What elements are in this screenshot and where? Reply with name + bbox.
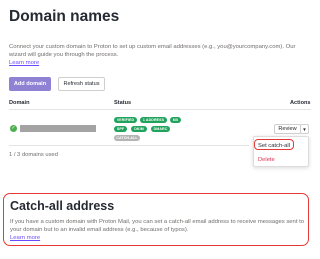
menu-item-delete[interactable]: Delete [258, 157, 275, 163]
badge-verified: VERIFIED [114, 117, 137, 123]
intro-learn-more-link[interactable]: Learn more [9, 60, 39, 66]
actions-dropdown-toggle[interactable]: ▼ [300, 124, 309, 134]
badge-catch-all: CATCH-ALL [114, 135, 140, 141]
intro-text: Connect your custom domain to Proton to … [9, 43, 309, 67]
badge-dkim: DKIM [131, 126, 147, 132]
column-header-domain: Domain [9, 100, 30, 106]
refresh-status-button[interactable]: Refresh status [58, 77, 105, 91]
domain-name-redacted [20, 125, 96, 132]
add-domain-button[interactable]: Add domain [9, 77, 51, 91]
catch-all-title: Catch-all address [10, 199, 115, 213]
intro-description: Connect your custom domain to Proton to … [9, 44, 296, 58]
column-header-actions: Actions [290, 100, 311, 106]
badge-addresses: 1 ADDRESS [140, 117, 167, 123]
page-title: Domain names [9, 8, 120, 25]
catch-all-text: If you have a custom domain with Proton … [10, 219, 305, 233]
table-bottom-divider [9, 145, 249, 146]
domains-used-count: 1 / 3 domains used [9, 152, 58, 158]
caret-down-icon: ▼ [302, 126, 307, 132]
badge-spf: SPF [114, 126, 127, 132]
review-button[interactable]: Review [274, 124, 301, 134]
table-header-divider [9, 109, 311, 110]
badge-mx: MX [170, 117, 181, 123]
catch-all-description: If you have a custom domain with Proton … [10, 218, 306, 242]
column-header-status: Status [114, 100, 132, 106]
verified-check-icon: ✓ [10, 125, 17, 132]
catch-all-learn-more-link[interactable]: Learn more [10, 235, 40, 241]
badge-dmarc: DMARC [151, 126, 170, 132]
highlight-box-set-catch-all [254, 139, 294, 150]
